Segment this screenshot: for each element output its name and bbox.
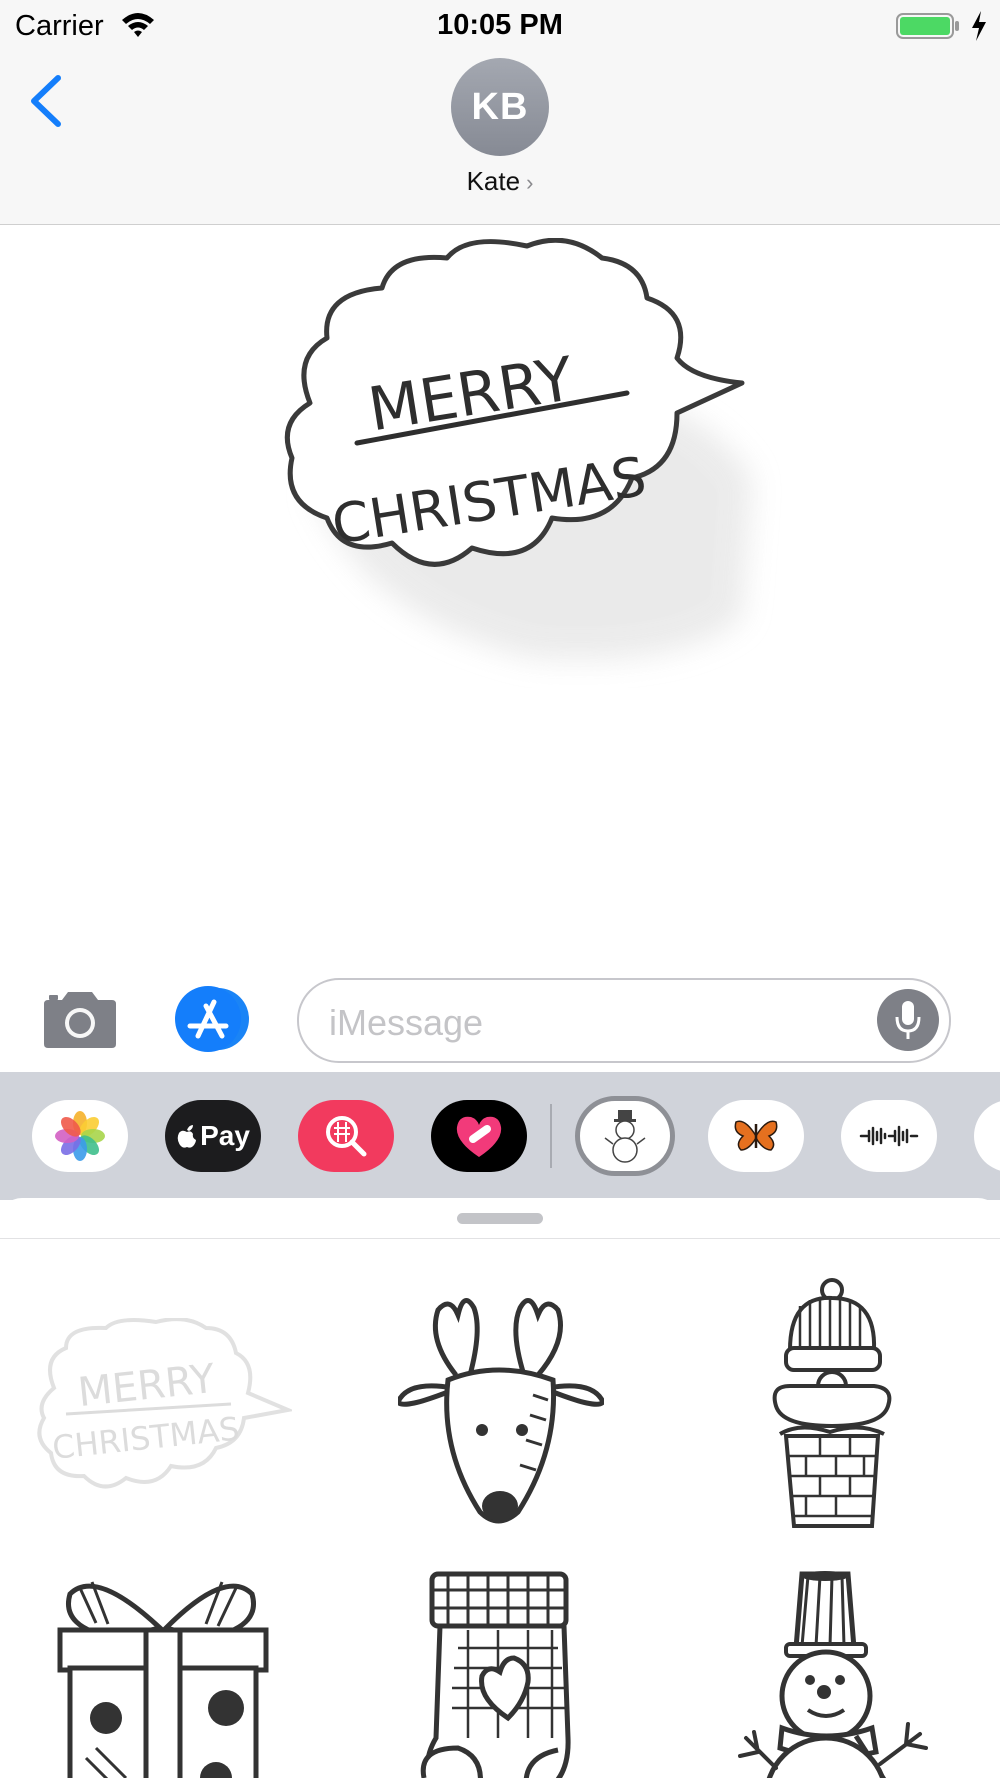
waveform-icon <box>859 1125 919 1147</box>
sticker-snowman[interactable] <box>736 1568 936 1778</box>
conversation-header: KB Kate › <box>0 50 1000 225</box>
panel-divider <box>0 1238 1000 1239</box>
microphone-icon[interactable] <box>877 989 939 1051</box>
heart-touch-icon <box>456 1116 502 1157</box>
sticker-reindeer[interactable] <box>398 1280 604 1532</box>
butterfly-stickers-app-button[interactable] <box>708 1100 804 1172</box>
camera-button[interactable] <box>40 988 120 1050</box>
app-drawer: Pay <box>0 1072 1000 1200</box>
image-search-icon <box>326 1116 367 1157</box>
battery-icon <box>896 13 959 39</box>
sticker-merry-christmas[interactable]: MERRY CHRISTMAS <box>36 1318 292 1498</box>
chevron-right-icon: › <box>526 170 534 195</box>
photos-icon <box>55 1111 105 1161</box>
sticker-panel: MERRY CHRISTMAS <box>0 1198 1000 1778</box>
drawer-divider <box>550 1104 552 1168</box>
panel-grabber[interactable] <box>457 1213 543 1224</box>
apple-pay-app-button[interactable]: Pay <box>165 1100 261 1172</box>
app-store-icon[interactable] <box>170 986 256 1052</box>
imessage-placeholder: iMessage <box>329 1002 484 1043</box>
contact-name-button[interactable]: Kate › <box>0 166 1000 197</box>
contact-avatar[interactable]: KB <box>451 58 549 156</box>
photos-app-button[interactable] <box>32 1100 128 1172</box>
apple-logo-icon <box>177 1125 197 1148</box>
status-time: 10:05 PM <box>437 9 563 41</box>
charging-bolt-icon <box>972 11 986 41</box>
butterfly-icon <box>734 1120 778 1151</box>
snowman-icon <box>604 1110 646 1163</box>
status-bar: Carrier 10:05 PM <box>0 0 1000 50</box>
sticker-gift-box[interactable] <box>56 1568 270 1778</box>
more-app-button[interactable] <box>974 1100 1000 1172</box>
contact-name: Kate <box>466 166 521 196</box>
sticker-christmas-stocking[interactable] <box>418 1568 588 1778</box>
audio-app-button[interactable] <box>841 1100 937 1172</box>
snowman-stickers-app-button[interactable] <box>575 1096 675 1176</box>
imessage-input[interactable]: iMessage <box>297 978 951 1063</box>
chevron-left-icon[interactable] <box>26 72 66 130</box>
apple-pay-label: Pay <box>200 1120 250 1151</box>
image-search-app-button[interactable] <box>298 1100 394 1172</box>
sticker-santa-chimney[interactable] <box>770 1276 900 1532</box>
digital-touch-app-button[interactable] <box>431 1100 527 1172</box>
merry-christmas-sticker-message[interactable]: MERRY CHRISTMAS <box>282 238 812 688</box>
